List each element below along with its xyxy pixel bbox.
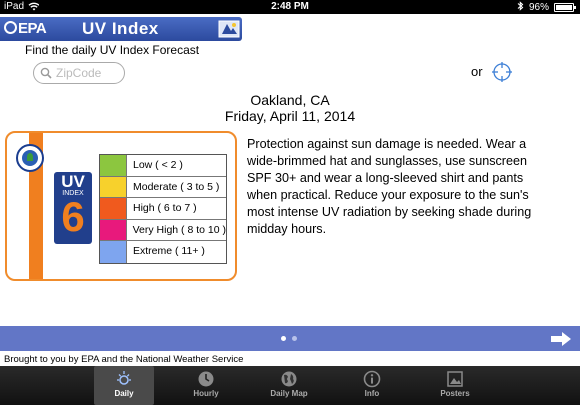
- tab-hourly[interactable]: Hourly: [176, 366, 236, 405]
- tab-daily-map-label: Daily Map: [270, 389, 308, 398]
- uv-scale-row: High ( 6 to 7 ): [100, 198, 226, 220]
- uv-scale-swatch: [100, 219, 127, 241]
- zipcode-placeholder: ZipCode: [56, 66, 102, 80]
- tab-info-label: Info: [364, 389, 380, 398]
- tab-daily[interactable]: Daily: [94, 366, 154, 405]
- tab-bar: Daily Hourly Daily Map Info Posters: [0, 366, 580, 405]
- page-dots[interactable]: [281, 336, 297, 341]
- sun-icon: [117, 371, 131, 385]
- uv-scale-swatch: [100, 176, 127, 198]
- uv-scale-swatch: [100, 241, 127, 263]
- tab-posters[interactable]: Posters: [425, 366, 485, 405]
- find-forecast-label: Find the daily UV Index Forecast: [25, 43, 200, 57]
- header-banner: EPA UV Index: [0, 17, 242, 41]
- bluetooth-icon: [517, 1, 524, 14]
- globe-icon: [281, 371, 297, 387]
- tab-daily-label: Daily: [114, 389, 134, 398]
- clock-icon: [198, 371, 214, 387]
- uv-scale-row: Low ( < 2 ): [100, 155, 226, 177]
- uv-scale-legend: Low ( < 2 ) Moderate ( 3 to 5 ) High ( 6…: [99, 154, 227, 264]
- uv-scale-row: Extreme ( 11+ ): [100, 241, 226, 263]
- picture-icon: [447, 371, 463, 387]
- uv-scale-label: Very High ( 8 to 10 ): [132, 223, 226, 236]
- next-arrow-icon[interactable]: [550, 331, 572, 347]
- tab-hourly-label: Hourly: [193, 389, 219, 398]
- uv-scale-swatch: [100, 198, 127, 219]
- epa-logo: EPA: [4, 20, 47, 37]
- page-dot-active[interactable]: [281, 336, 286, 341]
- battery-icon: [554, 3, 576, 12]
- tab-info[interactable]: Info: [342, 366, 402, 405]
- epa-seal-icon: [16, 144, 44, 172]
- uv-scale-label: Low ( < 2 ): [133, 159, 183, 171]
- status-bar: iPad 2:48 PM 96%: [0, 0, 580, 14]
- battery-percent: 96%: [528, 2, 549, 13]
- uv-scale-label: Extreme ( 11+ ): [133, 245, 205, 258]
- uv-badge-label: UV: [61, 172, 85, 191]
- uv-index-badge: UV INDEX 6: [54, 172, 92, 244]
- uv-scale-row: Moderate ( 3 to 5 ): [100, 176, 226, 199]
- uv-scale-label: High ( 6 to 7 ): [133, 202, 197, 215]
- page-dot[interactable]: [292, 336, 297, 341]
- epa-logo-text: EPA: [18, 20, 47, 37]
- or-label: or: [471, 64, 483, 79]
- tab-daily-map[interactable]: Daily Map: [259, 366, 319, 405]
- app-title: UV Index: [82, 19, 159, 38]
- uv-scale-row: Very High ( 8 to 10 ): [100, 219, 226, 242]
- uv-scale-label: Moderate ( 3 to 5 ): [133, 180, 220, 193]
- status-right: 96%: [517, 1, 576, 14]
- forecast-date: Friday, April 11, 2014: [224, 108, 356, 124]
- location-city: Oakland, CA: [250, 92, 330, 108]
- status-time: 2:48 PM: [271, 1, 309, 12]
- info-icon: [363, 370, 381, 388]
- page-control-bar: [0, 326, 580, 351]
- current-location-icon[interactable]: [491, 61, 513, 83]
- uv-scale-swatch: [100, 155, 127, 176]
- guide-book-icon[interactable]: [218, 19, 240, 39]
- search-icon: [40, 67, 52, 79]
- uv-index-value: 6: [61, 193, 85, 240]
- zipcode-search-input[interactable]: ZipCode: [33, 62, 125, 84]
- tab-posters-label: Posters: [440, 389, 470, 398]
- uv-index-card: UV INDEX 6 Low ( < 2 ) Moderate ( 3 to 5…: [5, 131, 237, 281]
- sun-protection-advice: Protection against sun damage is needed.…: [247, 137, 532, 236]
- epa-seal-icon: [4, 21, 17, 34]
- credit-text: Brought to you by EPA and the National W…: [4, 354, 244, 365]
